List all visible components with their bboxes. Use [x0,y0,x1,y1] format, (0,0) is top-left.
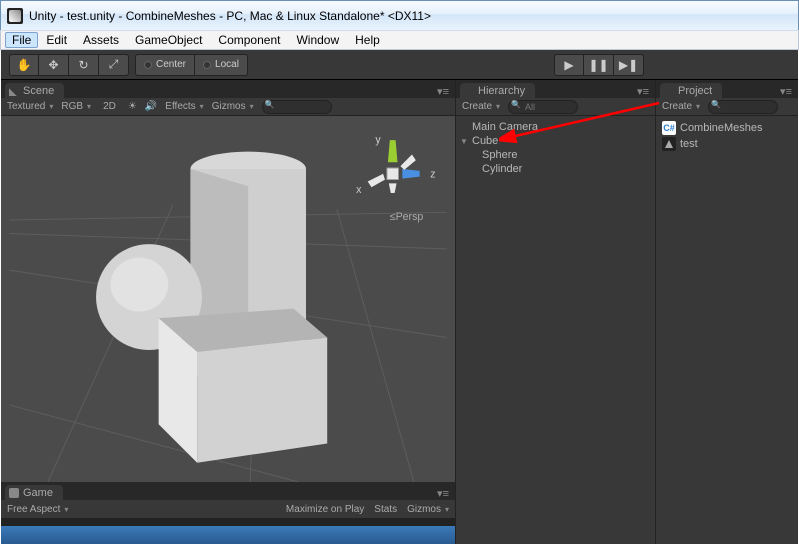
hierarchy-item-cube[interactable]: ▼Cube [456,134,655,148]
svg-text:y: y [375,134,381,146]
gizmos-dropdown[interactable]: Gizmos [212,101,254,112]
unity-scene-icon [662,137,676,151]
aspect-dropdown[interactable]: Free Aspect [7,504,68,515]
project-search-input[interactable] [708,100,778,114]
stats-toggle[interactable]: Stats [374,504,397,515]
hierarchy-item-cylinder[interactable]: Cylinder [456,162,655,176]
hierarchy-tree: Main Camera ▼Cube Sphere Cylinder [456,116,655,544]
hierarchy-tab[interactable]: Hierarchy [460,83,535,98]
scene-viewport[interactable]: y z x ≤Persp [1,116,455,482]
project-item-test[interactable]: test [656,136,798,152]
move-tool[interactable]: ✥ [39,54,69,76]
play-button[interactable]: ▶ [554,54,584,76]
main-toolbar: ✋ ✥ ↻ ⤢ Center Local ▶ ❚❚ ▶❚ [1,50,798,80]
project-create-dropdown[interactable]: Create [662,101,700,112]
shading-mode-dropdown[interactable]: Textured [7,101,53,112]
menu-gameobject[interactable]: GameObject [127,33,210,47]
project-tree: C# CombineMeshes test [656,116,798,544]
menu-help[interactable]: Help [347,33,388,47]
menu-bar: File Edit Assets GameObject Component Wi… [0,30,799,50]
local-toggle[interactable]: Local [195,54,248,76]
svg-text:x: x [356,184,362,196]
render-mode-dropdown[interactable]: RGB [61,101,91,112]
pause-button[interactable]: ❚❚ [584,54,614,76]
window-title: Unity - test.unity - CombineMeshes - PC,… [29,9,431,23]
audio-icon[interactable]: 🔊 [145,101,157,112]
project-item-combinemeshes[interactable]: C# CombineMeshes [656,120,798,136]
menu-edit[interactable]: Edit [38,33,75,47]
project-panel: Project ▾≡ Create C# CombineMeshes test [655,80,798,544]
scene-tab[interactable]: Scene [5,83,64,98]
scale-tool[interactable]: ⤢ [99,54,129,76]
svg-text:z: z [430,169,435,181]
hierarchy-item-sphere[interactable]: Sphere [456,148,655,162]
hierarchy-panel: Hierarchy ▾≡ Create Main Camera ▼Cube Sp… [455,80,655,544]
project-panel-options-icon[interactable]: ▾≡ [774,85,798,98]
light-icon[interactable]: ☀ [128,101,137,112]
transform-tool-group: ✋ ✥ ↻ ⤢ [9,54,129,76]
unity-logo-icon [7,8,23,24]
pivot-toggle-group: Center Local [135,54,248,76]
hierarchy-create-dropdown[interactable]: Create [462,101,500,112]
perspective-label: ≤Persp [390,211,424,223]
step-button[interactable]: ▶❚ [614,54,644,76]
scene-toolbar: Textured RGB 2D ☀ 🔊 Effects Gizmos [1,98,455,116]
effects-dropdown[interactable]: Effects [165,101,203,112]
playback-group: ▶ ❚❚ ▶❚ [554,54,644,76]
expand-triangle-icon[interactable]: ▼ [460,137,468,146]
menu-assets[interactable]: Assets [75,33,127,47]
maximize-on-play-toggle[interactable]: Maximize on Play [286,504,364,515]
game-tab[interactable]: Game [5,485,63,500]
game-gizmos-dropdown[interactable]: Gizmos [407,504,449,515]
hand-tool[interactable]: ✋ [9,54,39,76]
rotate-tool[interactable]: ↻ [69,54,99,76]
2d-toggle[interactable]: 2D [99,101,120,112]
scene-search-input[interactable] [262,100,332,114]
game-tab-row: Game ▾≡ [1,482,455,500]
hierarchy-panel-options-icon[interactable]: ▾≡ [631,85,655,98]
scene-panel-options-icon[interactable]: ▾≡ [431,85,455,98]
menu-component[interactable]: Component [210,33,288,47]
unity-editor: ✋ ✥ ↻ ⤢ Center Local ▶ ❚❚ ▶❚ Scene ▾≡ Te… [1,50,798,544]
menu-window[interactable]: Window [288,33,347,47]
window-titlebar: Unity - test.unity - CombineMeshes - PC,… [0,0,799,30]
hierarchy-search-input[interactable] [508,100,578,114]
project-tab[interactable]: Project [660,83,722,98]
game-toolbar: Free Aspect Maximize on Play Stats Gizmo… [1,500,455,518]
orientation-gizmo [368,140,420,193]
menu-file[interactable]: File [5,32,38,48]
center-toggle[interactable]: Center [135,54,195,76]
hierarchy-item-main-camera[interactable]: Main Camera [456,120,655,134]
game-panel-options-icon[interactable]: ▾≡ [431,487,455,500]
scene-tab-row: Scene ▾≡ [1,80,455,98]
csharp-script-icon: C# [662,121,676,135]
game-view-strip [1,526,455,544]
